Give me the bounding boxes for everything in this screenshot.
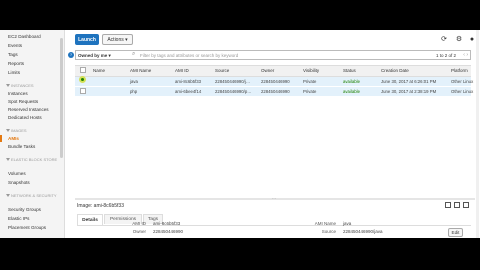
section-label: ELASTIC BLOCK STORE	[11, 157, 58, 162]
detail-title: Image: ami-8c6b5f33	[77, 203, 124, 209]
gear-icon[interactable]: ⚙	[455, 36, 463, 44]
search-icon: ⌕	[132, 51, 136, 57]
table-row[interactable]: php ami-6bee4f14 228450446990/p… 2284504…	[75, 87, 474, 96]
detail-value-ami-name: java	[343, 221, 352, 226]
drag-handle-icon[interactable]: ⋯	[272, 196, 276, 201]
tab-details[interactable]: Details	[77, 214, 103, 225]
cell-ami-name: java	[130, 79, 138, 84]
actions-dropdown[interactable]: Actions ▾	[102, 34, 133, 45]
sidebar-item-bundle-tasks[interactable]: Bundle Tasks	[8, 144, 35, 149]
sidebar-section-images[interactable]: IMAGES	[6, 128, 27, 133]
detail-value-owner: 228450446990	[153, 229, 184, 234]
sidebar-item-tags[interactable]: Tags	[8, 52, 18, 57]
layout-full-icon[interactable]	[463, 202, 469, 208]
sidebar: EC2 Dashboard Events Tags Reports Limits…	[0, 30, 65, 238]
row-select-radio[interactable]	[79, 76, 86, 83]
detail-key-ami-name: AMI Name	[314, 221, 336, 226]
sidebar-item-reports[interactable]: Reports	[8, 61, 24, 66]
collapse-icon	[6, 194, 10, 198]
info-icon[interactable]: ?	[68, 52, 74, 58]
cell-status: available	[343, 89, 360, 94]
sidebar-item-instances[interactable]: Instances	[8, 91, 28, 96]
cell-ami-id: ami-6bee4f14	[175, 89, 202, 94]
page-scrollbar[interactable]	[476, 30, 479, 238]
cell-ami-id: ami-8c6b5f33	[175, 79, 202, 84]
cell-visibility: Private	[303, 89, 317, 94]
detail-value-source: 228450446990/java	[343, 229, 383, 234]
sidebar-item-limits[interactable]: Limits	[8, 70, 20, 75]
sidebar-item-snapshots[interactable]: Snapshots	[8, 180, 30, 185]
sidebar-item-placement-groups[interactable]: Placement Groups	[8, 225, 46, 230]
column-owner[interactable]: Owner	[261, 68, 274, 73]
detail-key-ami-id: AMI ID	[132, 221, 146, 226]
owned-by-dropdown[interactable]: Owned by me ▾	[78, 53, 111, 59]
cell-creation-date: June 30, 2017 at 2:38:19 PM	[381, 89, 437, 94]
section-label: INSTANCES	[11, 83, 34, 88]
main-panel: Launch Actions ▾ ⟳ ⚙ ● ? Owned by me ▾ ⌕…	[66, 30, 480, 238]
collapse-icon	[6, 84, 10, 88]
edit-button[interactable]: Edit	[448, 228, 463, 237]
search-placeholder: Filter by tags and attributes or search …	[140, 53, 239, 58]
launch-button[interactable]: Launch	[75, 34, 99, 45]
sidebar-item-spot-requests[interactable]: Spot Requests	[8, 99, 38, 104]
sidebar-item-ec2-dashboard[interactable]: EC2 Dashboard	[8, 34, 41, 39]
cell-source: 228450446990/p…	[215, 89, 252, 94]
sidebar-scrollbar[interactable]	[60, 38, 63, 158]
column-platform[interactable]: Platform	[451, 68, 468, 73]
collapse-icon	[6, 158, 10, 162]
cell-visibility: Private	[303, 79, 317, 84]
column-status[interactable]: Status	[343, 68, 356, 73]
collapse-icon	[6, 129, 10, 133]
column-creation-date[interactable]: Creation Date	[381, 68, 409, 73]
detail-key-owner: Owner	[132, 229, 146, 234]
help-icon[interactable]: ●	[468, 36, 476, 44]
section-label: NETWORK & SECURITY	[11, 193, 57, 198]
sidebar-item-amis[interactable]: AMIs	[0, 135, 19, 142]
pagination-label: 1 to 2 of 2	[435, 53, 456, 58]
detail-key-source: Source	[321, 229, 336, 234]
pagination-arrows-icon[interactable]: ‹ ›	[463, 52, 468, 58]
table-row[interactable]: java ami-8c6b5f33 228450446990/j… 228450…	[75, 76, 474, 86]
sidebar-section-instances[interactable]: INSTANCES	[6, 83, 34, 88]
search-filter-bar[interactable]: Owned by me ▾ ⌕ Filter by tags and attri…	[75, 50, 471, 60]
column-visibility[interactable]: Visibility	[303, 68, 319, 73]
cell-creation-date: June 30, 2017 at 6:26:01 PM	[381, 79, 437, 84]
cell-status: available	[343, 79, 360, 84]
cell-platform: Other Linux	[451, 89, 474, 94]
owned-label: Owned by me	[78, 53, 108, 58]
column-name[interactable]: Name	[93, 68, 105, 73]
sidebar-item-reserved-instances[interactable]: Reserved Instances	[8, 107, 49, 112]
cell-source: 228450446990/j…	[215, 79, 251, 84]
layout-split-icon[interactable]	[454, 202, 460, 208]
cell-platform: Other Linux	[451, 79, 474, 84]
video-frame: EC2 Dashboard Events Tags Reports Limits…	[0, 0, 480, 270]
column-ami-name[interactable]: AMI Name	[130, 68, 151, 73]
column-ami-id[interactable]: AMI ID	[175, 68, 189, 73]
sidebar-item-security-groups[interactable]: Security Groups	[8, 207, 41, 212]
layout-bottom-icon[interactable]	[445, 202, 451, 208]
sidebar-item-dedicated-hosts[interactable]: Dedicated Hosts	[8, 115, 42, 120]
cell-owner: 228450446990	[261, 79, 290, 84]
sidebar-item-elastic-ips[interactable]: Elastic IPs	[8, 216, 29, 221]
sidebar-item-volumes[interactable]: Volumes	[8, 171, 26, 176]
detail-value-ami-id: ami-8c6b5f33	[153, 221, 181, 226]
cell-owner: 228450446990	[261, 89, 290, 94]
table-header: Name AMI Name AMI ID Source Owner Visibi…	[75, 65, 471, 77]
column-source[interactable]: Source	[215, 68, 229, 73]
section-label: IMAGES	[11, 128, 27, 133]
actions-label: Actions	[107, 36, 124, 43]
chevron-down-icon: ▾	[125, 36, 128, 43]
row-select-checkbox[interactable]	[80, 88, 86, 94]
sidebar-item-events[interactable]: Events	[8, 43, 22, 48]
ec2-console: EC2 Dashboard Events Tags Reports Limits…	[0, 30, 480, 238]
sidebar-section-network-security[interactable]: NETWORK & SECURITY	[6, 193, 57, 198]
select-all-checkbox[interactable]	[80, 67, 86, 73]
cell-ami-name: php	[130, 89, 138, 94]
refresh-icon[interactable]: ⟳	[440, 36, 448, 44]
sidebar-section-ebs[interactable]: ELASTIC BLOCK STORE	[6, 157, 57, 162]
